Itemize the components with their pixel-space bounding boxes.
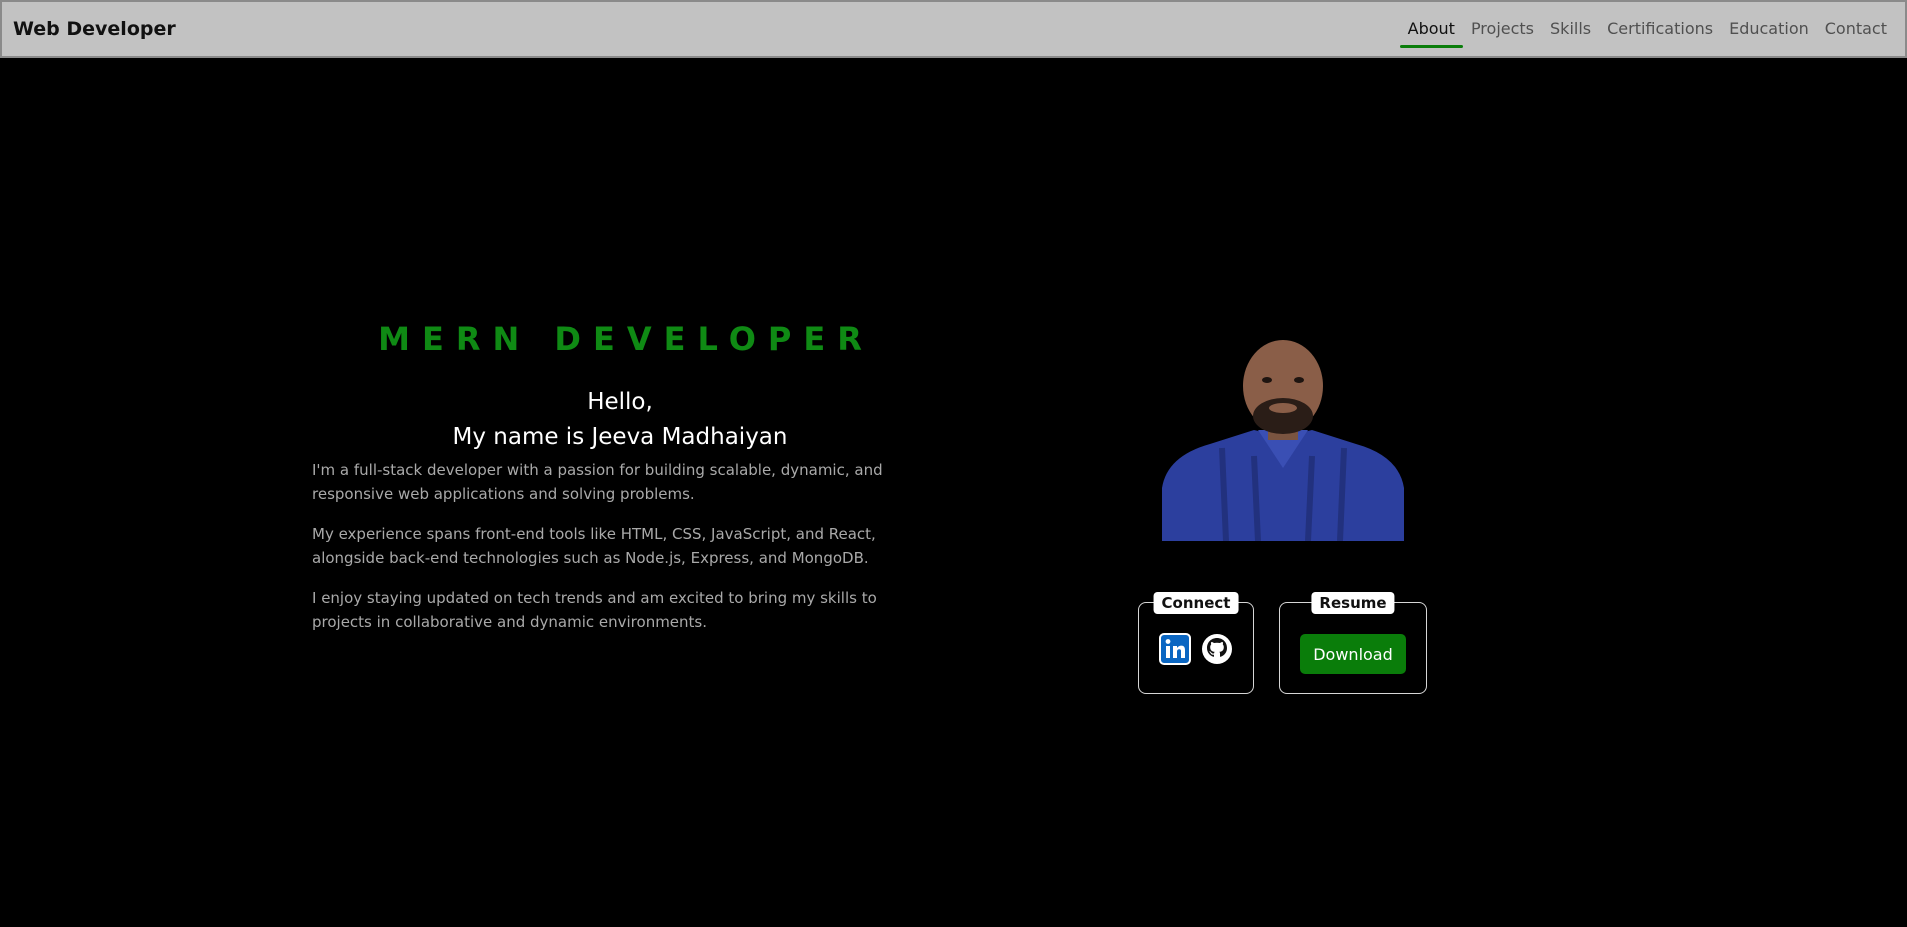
nav-link-education[interactable]: Education: [1721, 9, 1817, 49]
nav-link-certifications[interactable]: Certifications: [1599, 9, 1721, 49]
social-icons: [1159, 633, 1233, 665]
resume-label: Resume: [1311, 592, 1395, 614]
download-resume-button[interactable]: Download: [1300, 634, 1406, 674]
nav-link-skills[interactable]: Skills: [1542, 9, 1599, 49]
brand-title[interactable]: Web Developer: [13, 18, 176, 40]
intro-paragraph: I'm a full-stack developer with a passio…: [312, 461, 883, 503]
nav-link-about[interactable]: About: [1399, 9, 1464, 49]
hero-intro: MERN DEVELOPER Hello, My name is Jeeva M…: [312, 320, 928, 650]
nav-links: About Projects Skills Certifications Edu…: [1399, 2, 1895, 56]
nav-link-contact[interactable]: Contact: [1817, 9, 1895, 49]
profile-photo: [1162, 340, 1404, 541]
navbar: Web Developer About Projects Skills Cert…: [0, 0, 1907, 58]
role-heading: MERN DEVELOPER: [378, 320, 874, 358]
greeting-line-2: My name is Jeeva Madhaiyan: [452, 424, 788, 450]
connect-label: Connect: [1153, 592, 1239, 614]
resume-box: Resume Download: [1279, 592, 1427, 694]
greeting-line-1: Hello,: [587, 389, 653, 415]
experience-paragraph: My experience spans front-end tools like…: [312, 525, 876, 567]
connect-box: Connect: [1138, 592, 1254, 694]
github-icon[interactable]: [1201, 633, 1233, 665]
linkedin-icon[interactable]: [1159, 633, 1191, 665]
nav-link-projects[interactable]: Projects: [1463, 9, 1542, 49]
interests-paragraph: I enjoy staying updated on tech trends a…: [312, 589, 877, 631]
